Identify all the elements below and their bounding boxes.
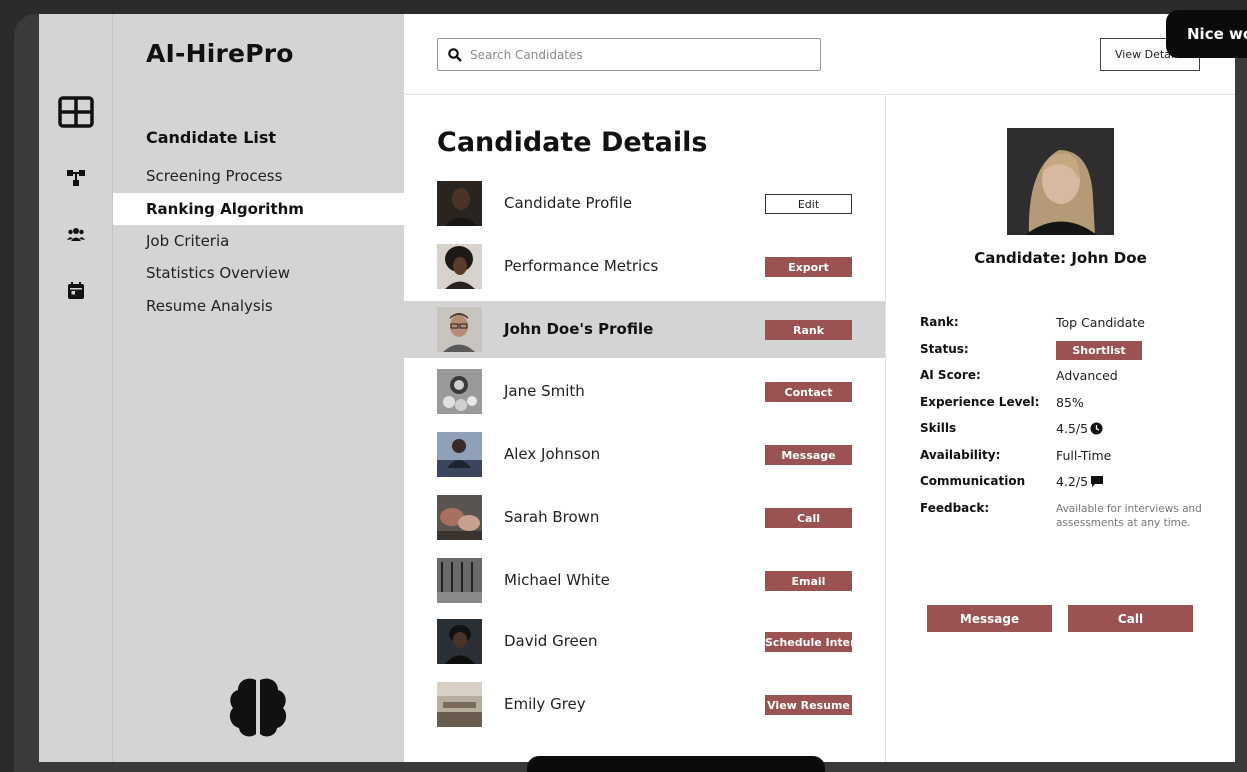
availability-label: Availability: bbox=[920, 448, 1001, 462]
ai-score-value-text: Advanced bbox=[1056, 368, 1118, 383]
experience-label: Experience Level: bbox=[920, 395, 1040, 409]
message-button[interactable]: Message bbox=[765, 445, 852, 465]
app-window: AI-HirePro Candidate List Screening Proc… bbox=[39, 14, 1235, 762]
contact-button[interactable]: Contact bbox=[765, 382, 852, 402]
edit-button[interactable]: Edit bbox=[765, 194, 852, 214]
message-candidate-button[interactable]: Message bbox=[927, 605, 1052, 632]
avatar bbox=[437, 244, 482, 289]
skills-label: Skills bbox=[920, 421, 957, 435]
chat-bubble-icon bbox=[1091, 476, 1104, 487]
avatar bbox=[437, 181, 482, 226]
feedback-value: Available for interviews and assessments… bbox=[1056, 503, 1202, 529]
ai-score-value: Advanced bbox=[1056, 368, 1118, 383]
avatar bbox=[437, 432, 482, 477]
export-button[interactable]: Export bbox=[765, 257, 852, 277]
list-item-label: Sarah Brown bbox=[504, 508, 600, 526]
sidebar-item-screening-process[interactable]: Screening Process bbox=[113, 160, 404, 192]
call-button[interactable]: Call bbox=[765, 508, 852, 528]
list-item-label: Jane Smith bbox=[504, 382, 585, 400]
candidate-list-panel: Candidate Details Candidate Profile Edit… bbox=[404, 95, 886, 762]
list-item-label: David Green bbox=[504, 632, 598, 650]
dashboard-grid-icon[interactable] bbox=[39, 96, 113, 128]
ai-score-label: AI Score: bbox=[920, 368, 981, 382]
list-item[interactable]: Alex Johnson Message bbox=[404, 426, 885, 483]
avatar bbox=[437, 495, 482, 540]
sidebar-item-resume-analysis[interactable]: Resume Analysis bbox=[113, 290, 404, 322]
top-bar: View Details bbox=[404, 14, 1235, 95]
bottom-handle-bar bbox=[527, 756, 825, 772]
avatar bbox=[437, 558, 482, 603]
availability-value-text: Full-Time bbox=[1056, 448, 1112, 463]
view-resume-button[interactable]: View Resume bbox=[765, 695, 852, 715]
icon-rail bbox=[39, 14, 113, 762]
list-item-selected[interactable]: John Doe's Profile Rank bbox=[404, 301, 885, 358]
communication-value: 4.2/5 bbox=[1056, 474, 1104, 489]
workflow-icon[interactable] bbox=[39, 170, 113, 186]
toast-notification: Nice work! bbox=[1166, 10, 1247, 58]
rank-value-text: Top Candidate bbox=[1056, 315, 1145, 330]
list-item-label: Emily Grey bbox=[504, 695, 586, 713]
list-item[interactable]: Emily Grey View Resume bbox=[404, 676, 885, 733]
avatar bbox=[437, 307, 482, 352]
list-item[interactable]: Performance Metrics Export bbox=[404, 238, 885, 295]
skills-value-text: 4.5/5 bbox=[1056, 421, 1089, 436]
feedback-label: Feedback: bbox=[920, 501, 990, 515]
list-item-label: Candidate Profile bbox=[504, 194, 633, 212]
search-icon bbox=[448, 47, 462, 62]
rank-label: Rank: bbox=[920, 315, 959, 329]
rank-button[interactable]: Rank bbox=[765, 320, 852, 340]
list-item-label: Performance Metrics bbox=[504, 257, 659, 275]
skills-value: 4.5/5 bbox=[1056, 421, 1103, 436]
app-brand: AI-HirePro bbox=[146, 39, 294, 68]
status-label: Status: bbox=[920, 342, 969, 356]
avatar bbox=[437, 619, 482, 664]
rank-value: Top Candidate bbox=[1056, 315, 1145, 330]
experience-value: 85% bbox=[1056, 395, 1084, 410]
list-item-label: John Doe's Profile bbox=[504, 320, 654, 338]
schedule-interview-button[interactable]: Schedule Interview bbox=[765, 632, 852, 652]
call-candidate-button[interactable]: Call bbox=[1068, 605, 1193, 632]
list-item[interactable]: David Green Schedule Interview bbox=[404, 613, 885, 670]
communication-label: Communication bbox=[920, 474, 1026, 488]
brain-icon bbox=[225, 674, 291, 744]
candidate-portrait bbox=[1007, 128, 1114, 235]
users-icon[interactable] bbox=[39, 227, 113, 241]
avatar bbox=[437, 682, 482, 727]
experience-value-text: 85% bbox=[1056, 395, 1084, 410]
search-input[interactable] bbox=[470, 47, 810, 62]
email-button[interactable]: Email bbox=[765, 571, 852, 591]
candidate-detail-panel: Candidate: John Doe Rank: Top Candidate … bbox=[886, 95, 1235, 762]
list-item[interactable]: Sarah Brown Call bbox=[404, 489, 885, 546]
calendar-icon[interactable] bbox=[39, 282, 113, 299]
sidebar-item-job-criteria[interactable]: Job Criteria bbox=[113, 225, 404, 257]
candidate-name: Candidate: John Doe bbox=[974, 249, 1147, 267]
availability-value: Full-Time bbox=[1056, 448, 1111, 463]
clock-icon bbox=[1090, 422, 1103, 435]
list-item[interactable]: Jane Smith Contact bbox=[404, 363, 885, 420]
sidebar-item-ranking-algorithm[interactable]: Ranking Algorithm bbox=[113, 193, 404, 225]
status-badge: Shortlist bbox=[1056, 341, 1142, 360]
list-item-label: Michael White bbox=[504, 571, 610, 589]
sidebar: AI-HirePro Candidate List Screening Proc… bbox=[113, 14, 404, 762]
list-item[interactable]: Michael White Email bbox=[404, 552, 885, 609]
list-item-label: Alex Johnson bbox=[504, 445, 601, 463]
page-title: Candidate Details bbox=[437, 127, 708, 158]
sidebar-item-statistics-overview[interactable]: Statistics Overview bbox=[113, 257, 404, 289]
list-item[interactable]: Candidate Profile Edit bbox=[404, 175, 885, 232]
search-box bbox=[437, 38, 821, 71]
communication-value-text: 4.2/5 bbox=[1056, 474, 1089, 489]
avatar bbox=[437, 369, 482, 414]
sidebar-heading-candidate-list[interactable]: Candidate List bbox=[146, 128, 276, 147]
